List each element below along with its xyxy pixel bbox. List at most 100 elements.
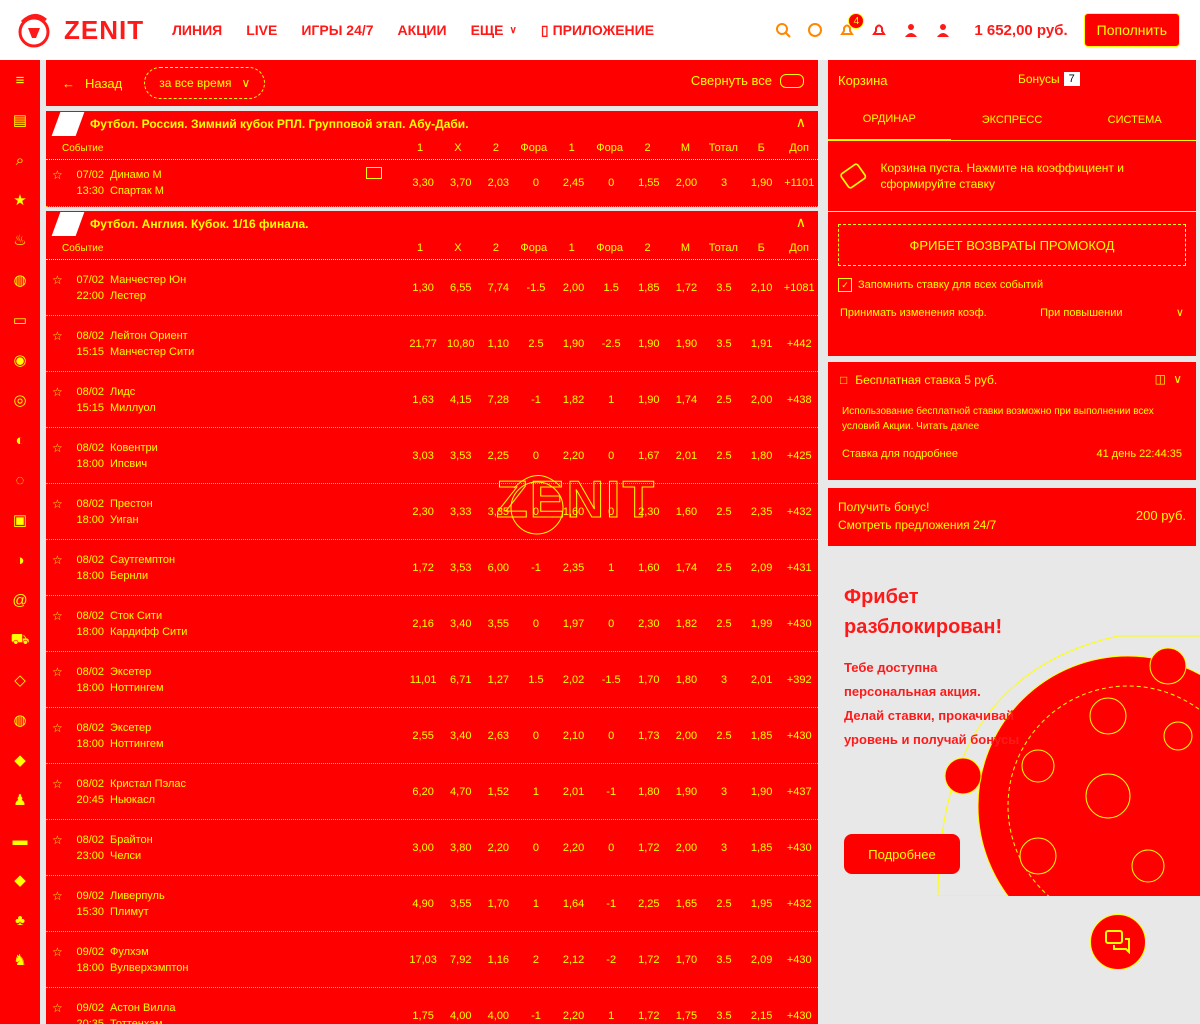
fire-icon[interactable]: ♨ (0, 220, 40, 260)
email-icon[interactable]: @ (0, 580, 40, 620)
get-bonus-card[interactable]: Получить бонус! Смотреть предложения 24/… (828, 488, 1196, 546)
bonus-counter[interactable]: Бонусы 7 (1018, 72, 1080, 86)
odd-cell[interactable]: 1,72 (404, 562, 442, 574)
odd-cell[interactable]: 1,90 (743, 786, 781, 798)
odd-cell[interactable]: 1,67 (630, 450, 668, 462)
odd-cell[interactable]: -1 (517, 1010, 555, 1022)
promo-button[interactable]: ФРИБЕТ ВОЗВРАТЫ ПРОМОКОД (838, 224, 1186, 266)
event-cell[interactable]: ☆ 08/02 18:00 Эксетер Ноттингем (46, 664, 404, 696)
tab-system[interactable]: СИСТЕМА (1073, 100, 1196, 140)
nav-more[interactable]: ЕЩЕ ∨ (471, 22, 517, 39)
odd-cell[interactable]: 4,70 (442, 786, 480, 798)
odd-cell[interactable]: -1.5 (592, 674, 630, 686)
odd-cell[interactable]: 3,40 (442, 730, 480, 742)
pingpong-icon[interactable]: ▬ (0, 820, 40, 860)
event-cell[interactable]: ☆ 08/02 18:00 Сток Сити Кардифф Сити (46, 608, 404, 640)
odd-cell[interactable]: 2,35 (555, 562, 593, 574)
odd-cell[interactable]: 2,25 (630, 898, 668, 910)
odd-cell[interactable]: 3,55 (442, 898, 480, 910)
odd-cell[interactable]: 1,70 (480, 898, 518, 910)
odd-cell[interactable]: +1081 (780, 282, 818, 294)
odd-cell[interactable]: +430 (780, 842, 818, 854)
basketball-icon[interactable]: ◎ (0, 380, 40, 420)
odd-cell[interactable]: -1 (517, 394, 555, 406)
tab-single[interactable]: ОРДИНАР (828, 99, 951, 141)
event-cell[interactable]: ☆ 07/02 22:00 Манчестер Юн Лестер (46, 272, 404, 304)
odd-cell[interactable]: -1 (592, 786, 630, 798)
event-cell[interactable]: ☆ 08/02 23:00 Брайтон Челси (46, 832, 404, 864)
promo-icon[interactable] (804, 19, 826, 41)
odd-cell[interactable]: 2,01 (668, 450, 706, 462)
odd-cell[interactable]: 1,97 (555, 618, 593, 630)
horse-icon[interactable]: ♞ (0, 940, 40, 980)
odd-cell[interactable]: 6,71 (442, 674, 480, 686)
odd-cell[interactable]: 0 (592, 842, 630, 854)
odd-cell[interactable]: 3,33 (442, 506, 480, 518)
odd-cell[interactable]: 3 (705, 177, 743, 189)
star-icon[interactable]: ☆ (52, 776, 66, 792)
odd-cell[interactable]: 1,75 (668, 1010, 706, 1022)
odd-cell[interactable]: 1,74 (668, 562, 706, 574)
odd-cell[interactable]: 3 (705, 674, 743, 686)
bell-icon[interactable]: 4 (836, 13, 865, 41)
world-icon[interactable]: ◐ (0, 420, 40, 460)
nav-promotions[interactable]: АКЦИИ (398, 22, 447, 39)
odd-cell[interactable]: 1 (592, 1010, 630, 1022)
odd-cell[interactable]: 0 (592, 450, 630, 462)
star-icon[interactable]: ☆ (52, 888, 66, 904)
ticket-icon[interactable]: ▭ (0, 300, 40, 340)
odd-cell[interactable]: 1,90 (630, 394, 668, 406)
odd-cell[interactable]: 2,15 (743, 1010, 781, 1022)
odd-cell[interactable]: 1,90 (630, 338, 668, 350)
odd-cell[interactable]: 1,90 (668, 338, 706, 350)
odd-cell[interactable]: 3,53 (442, 450, 480, 462)
odd-cell[interactable]: 1 (592, 562, 630, 574)
odd-cell[interactable]: 2,20 (480, 842, 518, 854)
odd-cell[interactable]: 2,09 (743, 562, 781, 574)
star-icon[interactable]: ☆ (52, 832, 66, 848)
period-select[interactable]: за все время ∨ (144, 67, 266, 99)
odd-cell[interactable]: 1,95 (743, 898, 781, 910)
odd-cell[interactable]: 1,55 (630, 177, 668, 189)
odd-cell[interactable]: 1,90 (555, 338, 593, 350)
odd-cell[interactable]: 3.5 (705, 954, 743, 966)
event-cell[interactable]: ☆ 08/02 15:15 Лейтон Ориент Манчестер Сити (46, 328, 404, 360)
odd-cell[interactable]: 2,12 (555, 954, 593, 966)
star-icon[interactable]: ☆ (52, 272, 66, 288)
odd-cell[interactable]: 2,00 (555, 282, 593, 294)
odd-cell[interactable]: 2.5 (517, 338, 555, 350)
odd-cell[interactable]: 2,00 (743, 394, 781, 406)
coef-change-select[interactable]: Принимать изменения коэф. При повышении ∨ (840, 306, 1184, 320)
odd-cell[interactable]: 2.5 (705, 562, 743, 574)
user-icon[interactable] (900, 19, 922, 41)
odd-cell[interactable]: 2.5 (705, 506, 743, 518)
event-cell[interactable]: ☆ 09/02 18:00 Фулхэм Вулверхэмптон (46, 944, 404, 976)
odd-cell[interactable]: 1,82 (555, 394, 593, 406)
odd-cell[interactable]: 1,70 (668, 954, 706, 966)
odd-cell[interactable]: 2,20 (555, 842, 593, 854)
star-icon[interactable]: ☆ (52, 1000, 66, 1016)
odd-cell[interactable]: 1,80 (668, 674, 706, 686)
odd-cell[interactable]: +432 (780, 898, 818, 910)
back-button[interactable]: ← Назад (62, 76, 122, 91)
event-cell[interactable]: ☆ 08/02 18:00 Саутгемптон Бернли (46, 552, 404, 584)
odd-cell[interactable]: 3,30 (404, 177, 442, 189)
odd-cell[interactable]: 11,01 (404, 674, 442, 686)
chevron-up-icon[interactable]: ∧ (796, 214, 806, 231)
tennis-icon[interactable]: ◑ (0, 540, 40, 580)
chat-button[interactable] (1090, 914, 1146, 970)
odd-cell[interactable]: 21,77 (404, 338, 442, 350)
star-icon[interactable]: ☆ (52, 552, 66, 568)
odd-cell[interactable]: 2,02 (555, 674, 593, 686)
odd-cell[interactable]: 3.5 (705, 338, 743, 350)
odd-cell[interactable]: +430 (780, 1010, 818, 1022)
tab-express[interactable]: ЭКСПРЕСС (951, 100, 1074, 140)
search-icon[interactable]: ⌕ (0, 140, 40, 180)
odd-cell[interactable]: 1,10 (480, 338, 518, 350)
odd-cell[interactable]: +430 (780, 730, 818, 742)
event-cell[interactable]: ☆ 09/02 15:30 Ливерпуль Плимут (46, 888, 404, 920)
odd-cell[interactable]: 3,03 (404, 450, 442, 462)
odd-cell[interactable]: 2,25 (480, 450, 518, 462)
event-cell[interactable]: ☆ 08/02 15:15 Лидс Миллуол (46, 384, 404, 416)
odd-cell[interactable]: 1,63 (404, 394, 442, 406)
